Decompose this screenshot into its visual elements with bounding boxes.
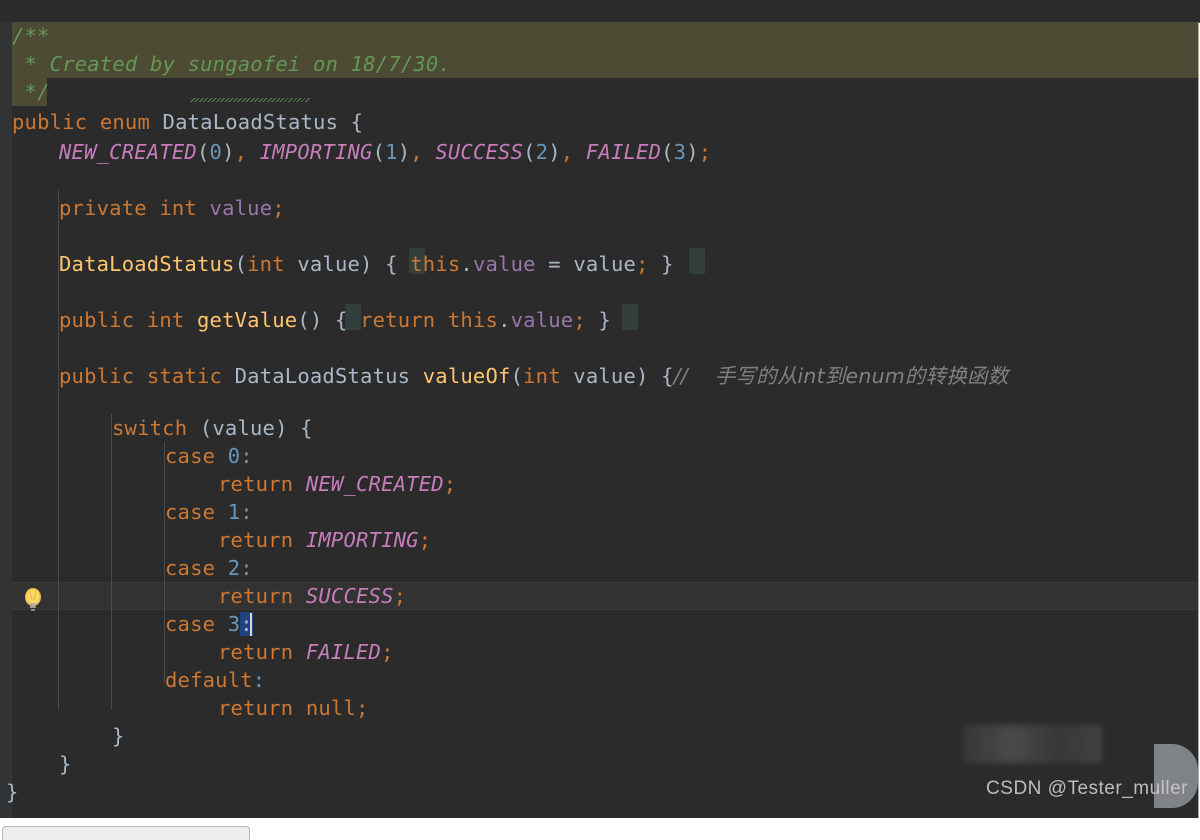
enum-constant-importing: IMPORTING xyxy=(305,528,419,552)
keyword-int: int xyxy=(159,196,197,220)
keyword-int: int xyxy=(247,252,285,276)
keyword-return: return xyxy=(218,696,294,720)
enum-constant-success: SUCCESS xyxy=(435,140,524,164)
enum-constant-failed: FAILED xyxy=(305,640,382,664)
code-line[interactable]: /** xyxy=(0,22,1198,50)
javadoc-text-before: * Created by xyxy=(12,52,188,76)
editor-top-strip xyxy=(0,0,1200,23)
keyword-default: default xyxy=(165,668,253,692)
close-brace-enum: } xyxy=(6,780,19,804)
literal-null: null xyxy=(305,696,356,720)
code-line[interactable]: return NEW_CREATED; xyxy=(0,470,1198,498)
keyword-public: public xyxy=(12,110,88,134)
code-line[interactable]: return FAILED; xyxy=(0,638,1198,666)
close-brace-method: } xyxy=(59,752,72,776)
code-line[interactable]: return null; xyxy=(0,694,1198,722)
code-line[interactable]: * Created by sungaofei on 18/7/30. xyxy=(0,50,1198,78)
text-caret xyxy=(250,613,252,636)
lightbulb-icon[interactable] xyxy=(20,587,46,613)
code-line[interactable]: case 1: xyxy=(0,498,1198,526)
bottom-tool-panel[interactable] xyxy=(2,826,250,840)
keyword-return: return xyxy=(218,640,294,664)
keyword-this: this xyxy=(447,308,499,332)
case-label-1: 1 xyxy=(227,500,241,524)
keyword-switch: switch xyxy=(112,416,188,440)
keyword-case: case xyxy=(165,556,216,580)
enum-ordinal-0: 0 xyxy=(209,140,223,164)
keyword-public: public xyxy=(59,364,135,388)
enum-constant-failed: FAILED xyxy=(585,140,662,164)
code-line[interactable]: public int getValue() { return this.valu… xyxy=(0,306,1198,334)
keyword-return: return xyxy=(360,308,436,332)
code-line[interactable]: NEW_CREATED(0), IMPORTING(1), SUCCESS(2)… xyxy=(0,138,1198,166)
keyword-public: public xyxy=(59,308,135,332)
field-value: value xyxy=(510,308,574,332)
keyword-enum: enum xyxy=(99,110,150,134)
switch-argument: value xyxy=(212,416,276,440)
constructor-name: DataLoadStatus xyxy=(59,252,235,276)
code-line[interactable]: return SUCCESS; xyxy=(0,582,1198,610)
enum-constant-new-created: NEW_CREATED xyxy=(59,140,197,164)
javadoc-open: /** xyxy=(12,24,50,48)
method-name-value-of: valueOf xyxy=(422,364,511,388)
field-value: value xyxy=(472,252,536,276)
enum-ordinal-1: 1 xyxy=(385,140,398,164)
enum-constant-importing: IMPORTING xyxy=(259,140,373,164)
keyword-return: return xyxy=(218,584,294,608)
case-label-0: 0 xyxy=(227,444,241,468)
javadoc-close: */ xyxy=(12,80,50,104)
enum-ordinal-3: 3 xyxy=(673,140,687,164)
method-name-get-value: getValue xyxy=(197,308,298,332)
keyword-int: int xyxy=(146,308,185,332)
csdn-watermark: CSDN @Tester_muller xyxy=(986,778,1188,799)
line-comment-chinese: // 手写的从int到enum的转换函数 xyxy=(673,364,1009,388)
keyword-case: case xyxy=(165,500,216,524)
screenshot-root: /** * Created by sungaofei on 18/7/30. *… xyxy=(0,0,1200,840)
keyword-static: static xyxy=(146,364,223,388)
keyword-return: return xyxy=(218,528,294,552)
code-line[interactable]: switch (value) { xyxy=(0,414,1198,442)
code-line[interactable]: case 0: xyxy=(0,442,1198,470)
enum-ordinal-2: 2 xyxy=(535,140,549,164)
watermark-blur-block xyxy=(962,725,1102,763)
enum-constant-success: SUCCESS xyxy=(305,584,394,608)
code-line[interactable]: return IMPORTING; xyxy=(0,526,1198,554)
code-line[interactable]: case 2: xyxy=(0,554,1198,582)
code-editor[interactable]: /** * Created by sungaofei on 18/7/30. *… xyxy=(0,22,1199,818)
code-content[interactable]: /** * Created by sungaofei on 18/7/30. *… xyxy=(0,22,1198,818)
code-line-current[interactable]: case 3: xyxy=(0,610,1198,638)
keyword-case: case xyxy=(165,612,216,636)
field-value: value xyxy=(209,196,273,220)
keyword-return: return xyxy=(218,472,294,496)
code-line[interactable]: private int value; xyxy=(0,194,1198,222)
return-type: DataLoadStatus xyxy=(234,364,411,388)
param-value: value xyxy=(573,364,637,388)
case-label-3: 3 xyxy=(227,612,241,636)
code-line[interactable]: public static DataLoadStatus valueOf(int… xyxy=(0,362,1198,390)
close-brace-switch: } xyxy=(112,724,125,748)
code-line[interactable]: DataLoadStatus(int value) { this.value =… xyxy=(0,250,1198,278)
code-line[interactable]: default: xyxy=(0,666,1198,694)
keyword-int: int xyxy=(523,364,561,388)
javadoc-typo-word: sungaofei xyxy=(187,52,301,76)
javadoc-text-after: on 18/7/30. xyxy=(300,52,451,76)
keyword-this: this xyxy=(410,252,461,276)
open-brace: { xyxy=(350,110,364,134)
param-value: value xyxy=(573,252,637,276)
case-label-2: 2 xyxy=(227,556,241,580)
enum-constant-new-created: NEW_CREATED xyxy=(305,472,444,496)
type-name: DataLoadStatus xyxy=(162,110,339,134)
code-line[interactable]: */ xyxy=(0,78,1198,106)
keyword-private: private xyxy=(59,196,147,220)
keyword-case: case xyxy=(165,444,216,468)
param-value: value xyxy=(297,252,361,276)
code-line[interactable]: public enum DataLoadStatus { xyxy=(0,108,1198,136)
